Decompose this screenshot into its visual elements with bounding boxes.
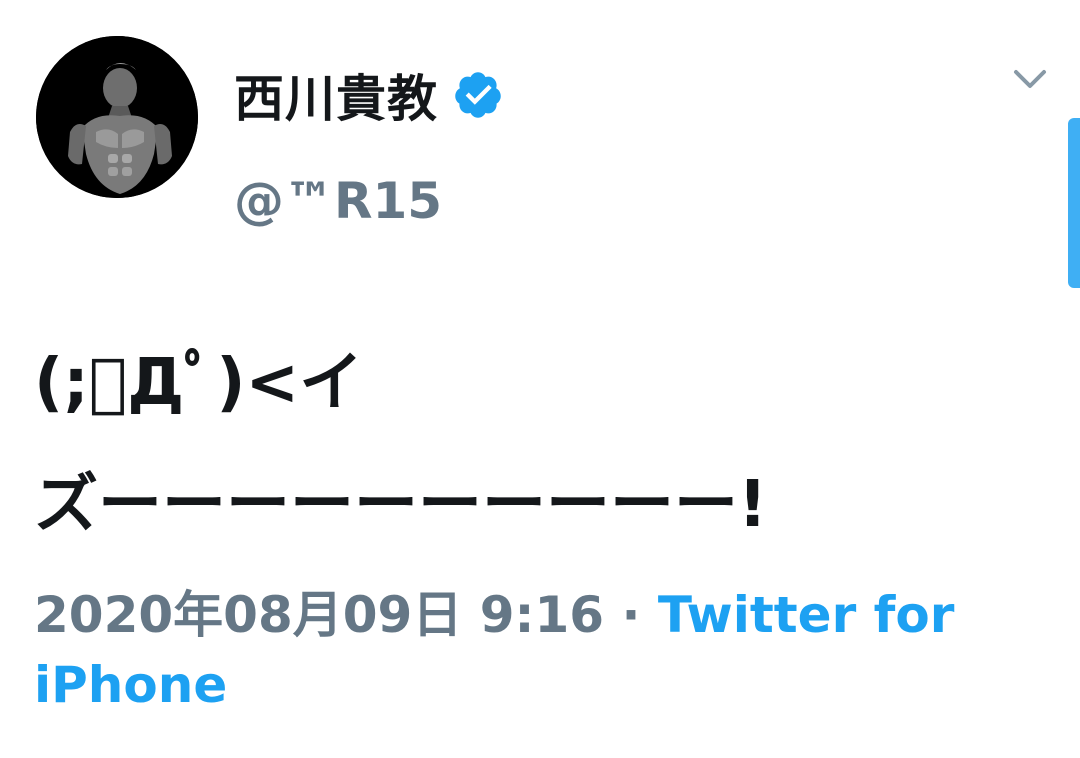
verified-badge-icon	[452, 69, 504, 121]
author-name-row[interactable]: 西川貴教	[234, 58, 504, 132]
user-handle[interactable]: @™R15	[234, 172, 442, 230]
profile-avatar[interactable]	[36, 36, 198, 198]
tweet-timestamp[interactable]: 2020年08月09日 9:16	[34, 586, 604, 644]
avatar-image	[36, 36, 198, 198]
tweet-text: (;ﾟДﾟ)<イ ズーーーーーーーーーー!	[34, 346, 768, 542]
display-name[interactable]: 西川貴教	[234, 59, 438, 131]
tweet-metadata: 2020年08月09日 9:16 · Twitter for iPhone	[34, 580, 1054, 720]
meta-separator: ·	[604, 586, 658, 644]
chevron-down-icon[interactable]	[1010, 62, 1050, 96]
scrollbar[interactable]	[1068, 118, 1080, 288]
